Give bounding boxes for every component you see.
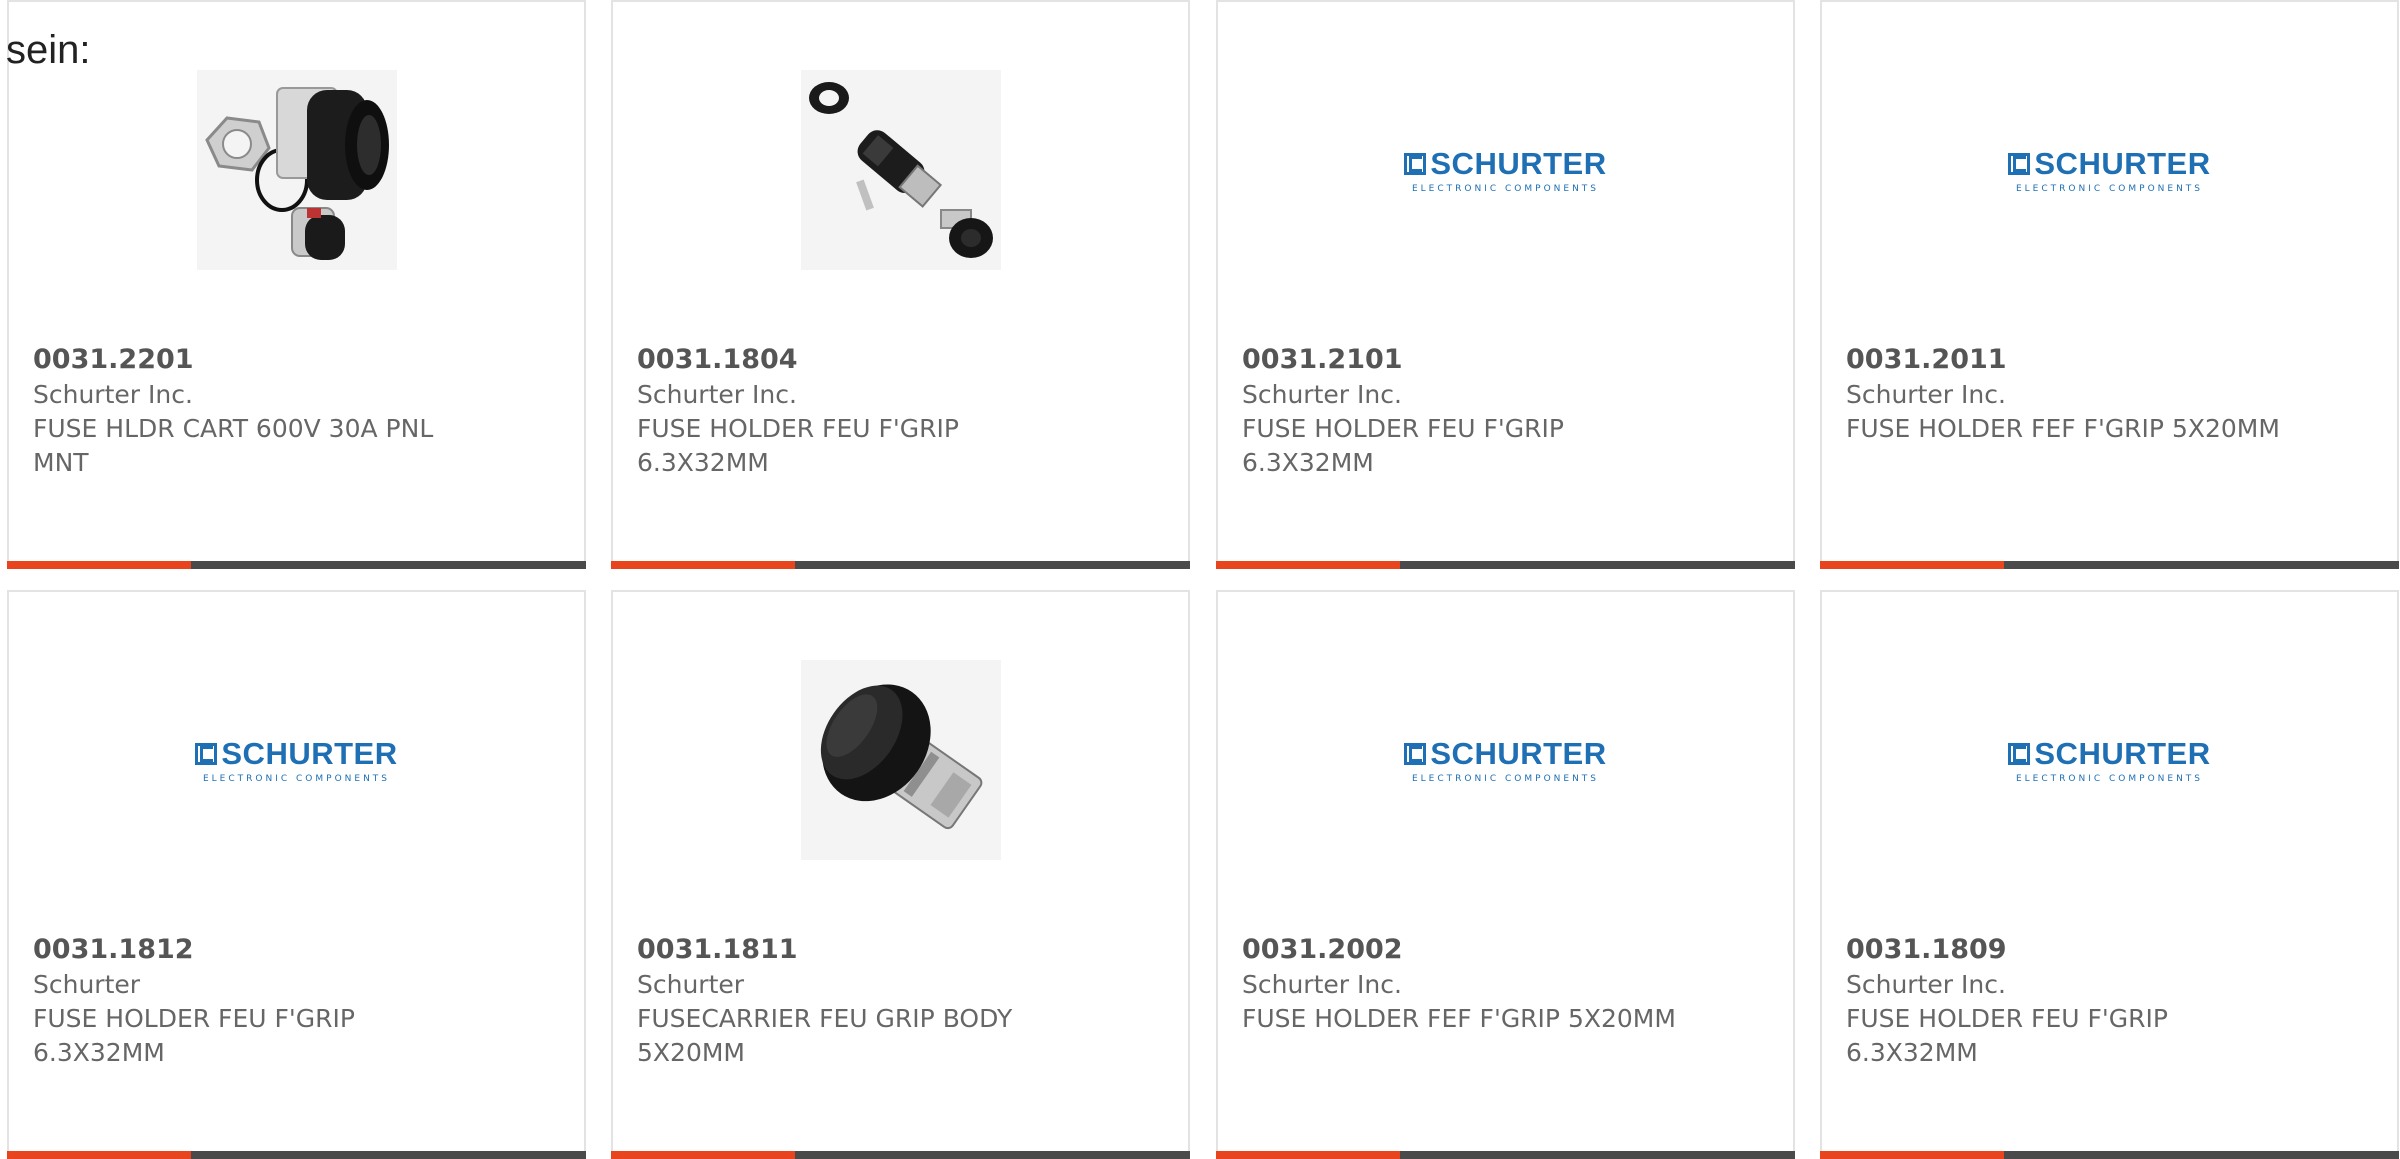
schurter-mark-icon	[195, 743, 218, 765]
card-bar	[611, 561, 1190, 569]
part-number[interactable]: 0031.1812	[33, 934, 194, 965]
product-image[interactable]: SCHURTER ELECTRONIC COMPONENTS	[1218, 66, 1793, 274]
card-bar-accent	[1216, 1151, 1400, 1159]
product-image[interactable]: SCHURTER ELECTRONIC COMPONENTS	[1822, 66, 2397, 274]
manufacturer: Schurter Inc.	[33, 380, 193, 409]
product-card[interactable]: SCHURTER ELECTRONIC COMPONENTS 0031.2002…	[1216, 590, 1795, 1159]
product-image[interactable]	[613, 656, 1188, 864]
schurter-mark-icon	[1404, 153, 1427, 175]
card-bar-accent	[611, 1151, 795, 1159]
fuse-holder-exploded-photo-icon	[800, 70, 1001, 270]
schurter-logo: SCHURTER ELECTRONIC COMPONENTS	[2008, 146, 2210, 194]
part-number[interactable]: 0031.1811	[637, 934, 798, 965]
logo-tagline: ELECTRONIC COMPONENTS	[2015, 184, 2204, 194]
card-bar	[1820, 1151, 2399, 1159]
schurter-logo: SCHURTER ELECTRONIC COMPONENTS	[1404, 146, 1606, 194]
part-number[interactable]: 0031.2002	[1242, 934, 1403, 965]
manufacturer: Schurter Inc.	[1242, 380, 1402, 409]
fuse-holder-photo-icon	[196, 70, 397, 270]
schurter-mark-icon	[2008, 153, 2031, 175]
logo-word: SCHURTER	[1430, 736, 1607, 771]
card-bar	[611, 1151, 1190, 1159]
schurter-mark-icon	[1404, 743, 1427, 765]
card-bar-accent	[1820, 1151, 2004, 1159]
card-bar	[1216, 561, 1795, 569]
product-image[interactable]: SCHURTER ELECTRONIC COMPONENTS	[1218, 656, 1793, 864]
logo-word: SCHURTER	[2034, 736, 2211, 771]
product-card[interactable]: 0031.2201 Schurter Inc. FUSE HLDR CART 6…	[7, 0, 586, 569]
card-bar	[7, 1151, 586, 1159]
description: FUSE HOLDER FEU F'GRIP 6.3X32MM	[1846, 1004, 2168, 1067]
product-card[interactable]: 0031.1804 Schurter Inc. FUSE HOLDER FEU …	[611, 0, 1190, 569]
description: FUSE HOLDER FEU F'GRIP 6.3X32MM	[1242, 414, 1564, 477]
product-image[interactable]	[613, 66, 1188, 274]
product-card[interactable]: SCHURTER ELECTRONIC COMPONENTS 0031.2011…	[1820, 0, 2399, 569]
logo-tagline: ELECTRONIC COMPONENTS	[1411, 184, 1600, 194]
product-card[interactable]: SCHURTER ELECTRONIC COMPONENTS 0031.1809…	[1820, 590, 2399, 1159]
part-number[interactable]: 0031.2011	[1846, 344, 2007, 375]
description: FUSE HOLDER FEF F'GRIP 5X20MM	[1242, 1004, 1676, 1033]
manufacturer: Schurter Inc.	[1846, 970, 2006, 999]
logo-word: SCHURTER	[221, 736, 398, 771]
product-card[interactable]: 0031.1811 Schurter FUSECARRIER FEU GRIP …	[611, 590, 1190, 1159]
schurter-logo: SCHURTER ELECTRONIC COMPONENTS	[2008, 736, 2210, 784]
description: FUSE HOLDER FEU F'GRIP 6.3X32MM	[637, 414, 959, 477]
product-card[interactable]: SCHURTER ELECTRONIC COMPONENTS 0031.2101…	[1216, 0, 1795, 569]
logo-word: SCHURTER	[1430, 146, 1607, 181]
product-card[interactable]: SCHURTER ELECTRONIC COMPONENTS 0031.1812…	[7, 590, 586, 1159]
manufacturer: Schurter Inc.	[637, 380, 797, 409]
description: FUSE HLDR CART 600V 30A PNL MNT	[33, 414, 434, 477]
manufacturer: Schurter	[637, 970, 745, 999]
part-number[interactable]: 0031.1809	[1846, 934, 2007, 965]
schurter-logo: SCHURTER ELECTRONIC COMPONENTS	[1404, 736, 1606, 784]
card-bar-accent	[611, 561, 795, 569]
part-number[interactable]: 0031.1804	[637, 344, 798, 375]
part-number[interactable]: 0031.2101	[1242, 344, 1403, 375]
part-number[interactable]: 0031.2201	[33, 344, 194, 375]
card-bar-accent	[7, 561, 191, 569]
schurter-mark-icon	[2008, 743, 2031, 765]
product-image[interactable]: SCHURTER ELECTRONIC COMPONENTS	[1822, 656, 2397, 864]
card-bar-accent	[1216, 561, 1400, 569]
intro-text: sein:	[6, 28, 91, 72]
description: FUSE HOLDER FEU F'GRIP 6.3X32MM	[33, 1004, 355, 1067]
manufacturer: Schurter Inc.	[1846, 380, 2006, 409]
manufacturer: Schurter Inc.	[1242, 970, 1402, 999]
logo-tagline: ELECTRONIC COMPONENTS	[1411, 774, 1600, 784]
card-bar	[1820, 561, 2399, 569]
product-image[interactable]: SCHURTER ELECTRONIC COMPONENTS	[9, 656, 584, 864]
card-bar-accent	[1820, 561, 2004, 569]
fuse-carrier-photo-icon	[800, 660, 1001, 860]
card-bar	[7, 561, 586, 569]
description: FUSE HOLDER FEF F'GRIP 5X20MM	[1846, 414, 2280, 443]
description: FUSECARRIER FEU GRIP BODY 5X20MM	[637, 1004, 1013, 1067]
schurter-logo: SCHURTER ELECTRONIC COMPONENTS	[195, 736, 397, 784]
product-image[interactable]	[9, 66, 584, 274]
logo-tagline: ELECTRONIC COMPONENTS	[2015, 774, 2204, 784]
manufacturer: Schurter	[33, 970, 141, 999]
logo-tagline: ELECTRONIC COMPONENTS	[202, 774, 391, 784]
logo-word: SCHURTER	[2034, 146, 2211, 181]
card-bar-accent	[7, 1151, 191, 1159]
card-bar	[1216, 1151, 1795, 1159]
